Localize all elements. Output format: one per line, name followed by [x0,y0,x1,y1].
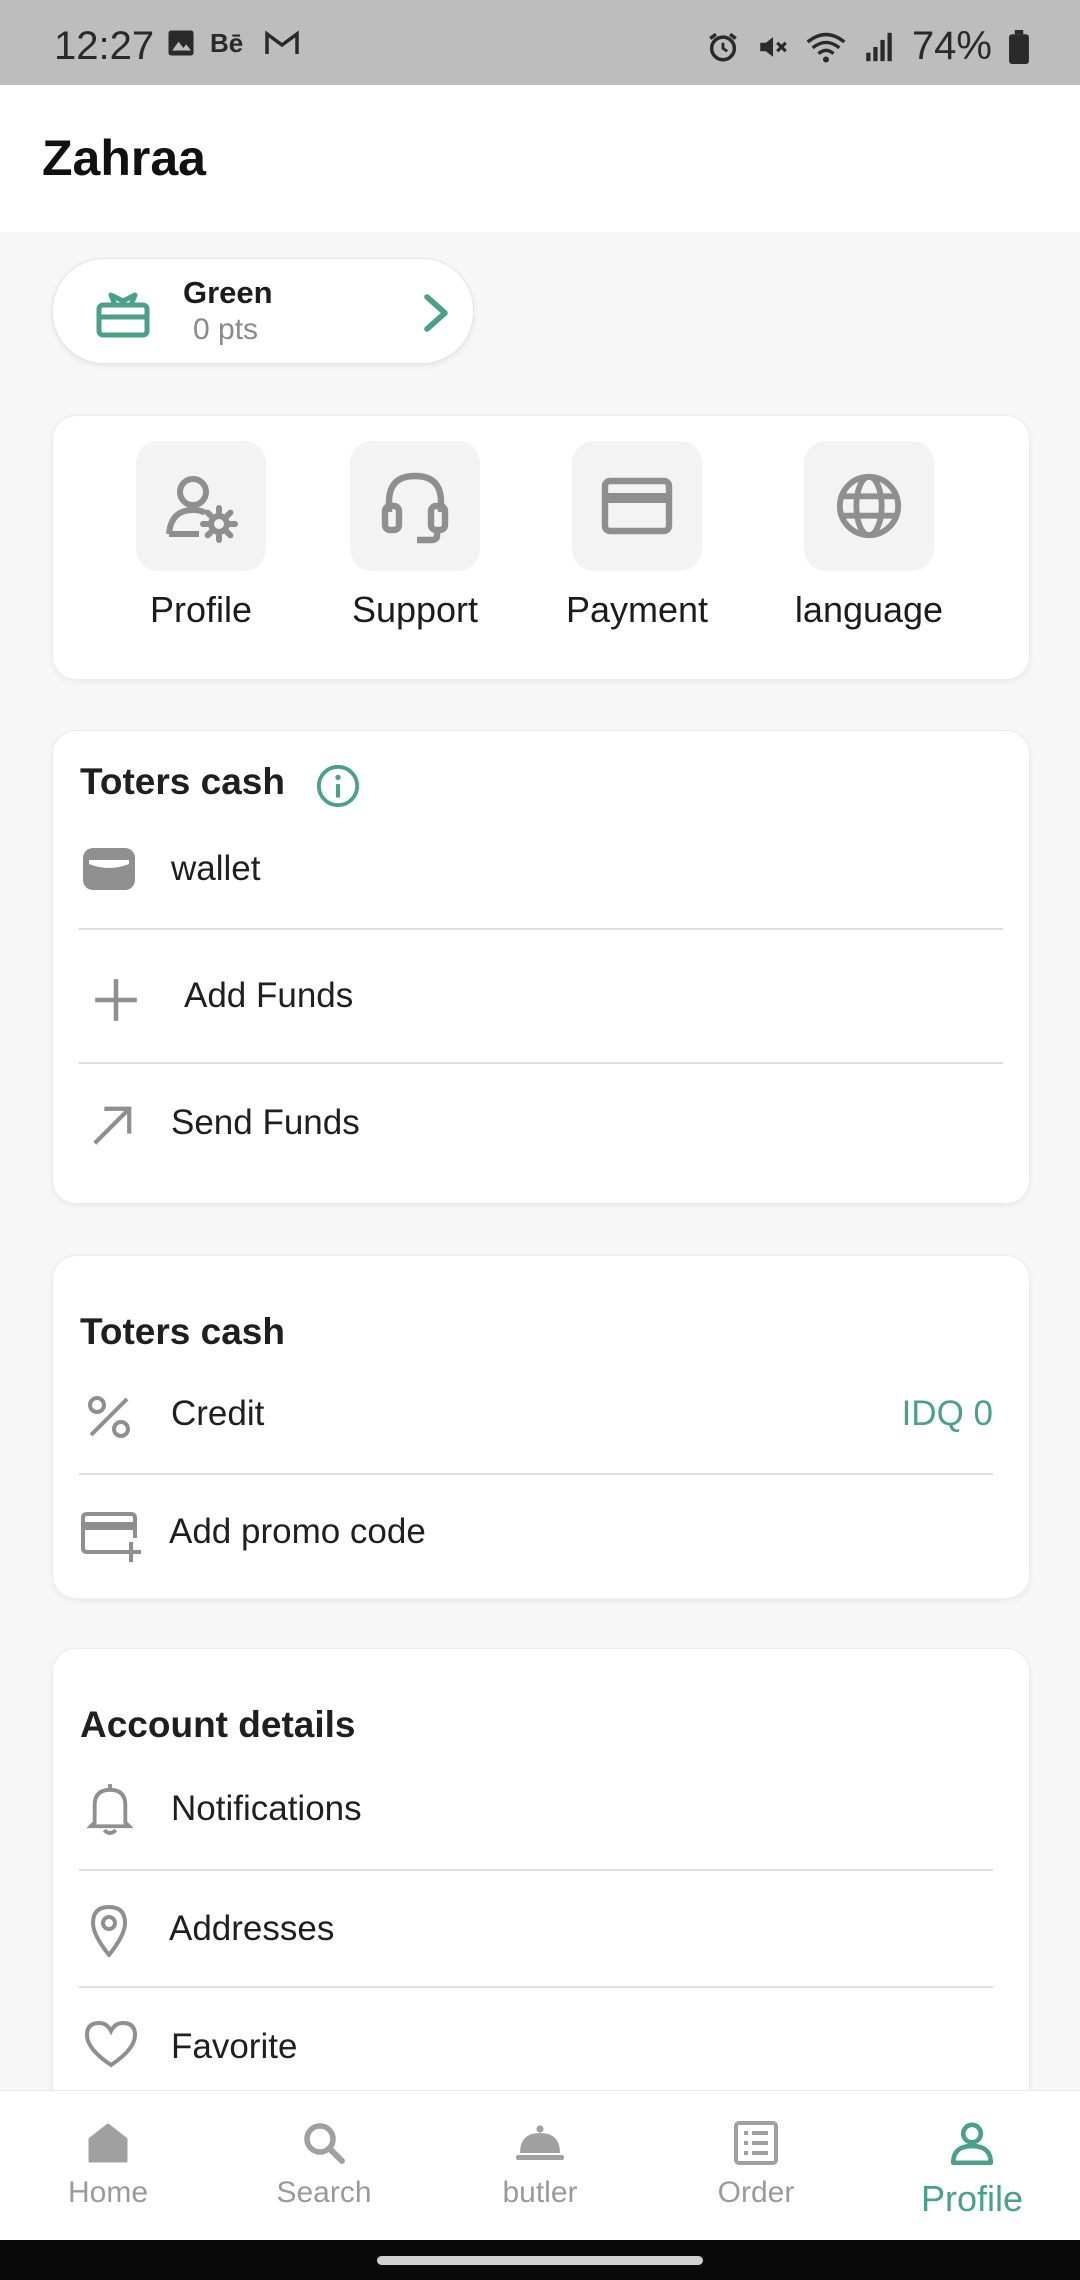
row-label: Favorite [171,2027,298,2066]
quick-action-language[interactable]: language [779,441,959,631]
divider [79,1869,993,1871]
nav-home[interactable]: Home [33,2119,183,2210]
wifi-icon [806,32,846,62]
quick-action-icon-box [572,441,702,571]
gmail-notification-icon [265,30,299,54]
user-gear-icon [166,476,238,543]
gift-card-icon [96,292,150,338]
quick-action-icon-box [136,441,266,571]
quick-action-label: Support [351,589,479,630]
nav-label: butler [502,2176,578,2209]
tier-points: 0 pts [193,313,259,346]
search-icon [304,2123,345,2164]
bell-icon [87,1784,133,1835]
divider [79,1986,993,1988]
tier-name: Green [183,275,273,310]
nav-label: Home [67,2176,149,2209]
svg-text:Bē: Bē [210,28,243,58]
nav-label: Order [717,2176,795,2209]
quick-action-profile[interactable]: Profile [111,441,291,631]
behance-notification-icon: Bē [210,28,243,58]
quick-action-icon-box [804,441,934,571]
page-header: Zahraa [0,85,1080,232]
alarm-icon [709,32,737,62]
info-icon[interactable] [315,763,361,809]
percent-icon [88,1396,130,1438]
headset-icon [381,472,449,544]
nav-butler[interactable]: butler [465,2119,615,2210]
home-icon [88,2123,128,2163]
nav-order[interactable]: Order [681,2119,831,2210]
credit-value: IDQ 0 [901,1394,993,1433]
chevron-right-icon [424,294,448,332]
mute-icon [760,36,787,57]
row-label: Add promo code [169,1512,426,1551]
quick-action-label: Profile [149,589,253,630]
heart-icon [84,2020,138,2068]
section-title: Account details [80,1704,356,1745]
profile-icon [950,2122,994,2166]
section-title: Toters cash [80,1311,285,1352]
quick-action-label: language [794,589,944,630]
row-label: Send Funds [171,1103,360,1142]
row-label: wallet [171,849,261,888]
divider [79,928,1003,930]
battery-percentage: 74% [911,24,992,68]
status-time: 12:27 [54,24,155,68]
loyalty-tier-button[interactable]: Green 0 pts [52,258,474,364]
bottom-navigation: Home Search butler Order Profile [0,2090,1080,2241]
battery-icon [1009,29,1029,64]
account-details-card: Account details Notifications Addresses … [52,1648,1030,2150]
credit-card-section: Toters cash Credit IDQ 0 Add promo code [52,1255,1030,1599]
nav-label: Search [276,2176,372,2209]
home-gesture-bar[interactable] [377,2256,703,2265]
quick-action-payment[interactable]: Payment [547,441,727,631]
quick-action-support[interactable]: Support [325,441,505,631]
image-notification-icon [168,30,194,56]
quick-action-label: Payment [565,589,709,630]
globe-icon [836,473,902,539]
order-list-icon [734,2121,778,2165]
row-label: Addresses [169,1909,335,1948]
arrow-up-right-icon [93,1106,132,1145]
page-title: Zahraa [42,130,206,186]
divider [79,1473,993,1475]
wallet-icon [83,848,135,890]
divider [79,1062,1003,1064]
system-gesture-area [0,2240,1080,2280]
status-system-icons: 74% [706,24,1030,69]
status-bar: 12:27 Bē 74% [0,0,1080,85]
row-label: Credit [171,1394,265,1433]
section-title: Toters cash [80,761,285,802]
row-label: Add Funds [184,976,354,1015]
butler-bell-icon [516,2125,564,2160]
signal-icon [866,32,892,61]
add-card-icon [81,1512,141,1562]
quick-actions-card: Profile Support Payment language [52,415,1030,680]
nav-label: Profile [920,2178,1024,2219]
row-label: Notifications [171,1789,362,1828]
plus-icon [95,979,137,1021]
quick-action-icon-box [350,441,480,571]
status-notification-icons: Bē [166,28,300,58]
location-pin-icon [90,1904,128,1957]
credit-card-icon [601,477,673,535]
nav-search[interactable]: Search [249,2119,399,2210]
nav-profile[interactable]: Profile [897,2119,1047,2220]
toters-cash-card: Toters cash wallet Add Funds Send Funds [52,730,1030,1204]
